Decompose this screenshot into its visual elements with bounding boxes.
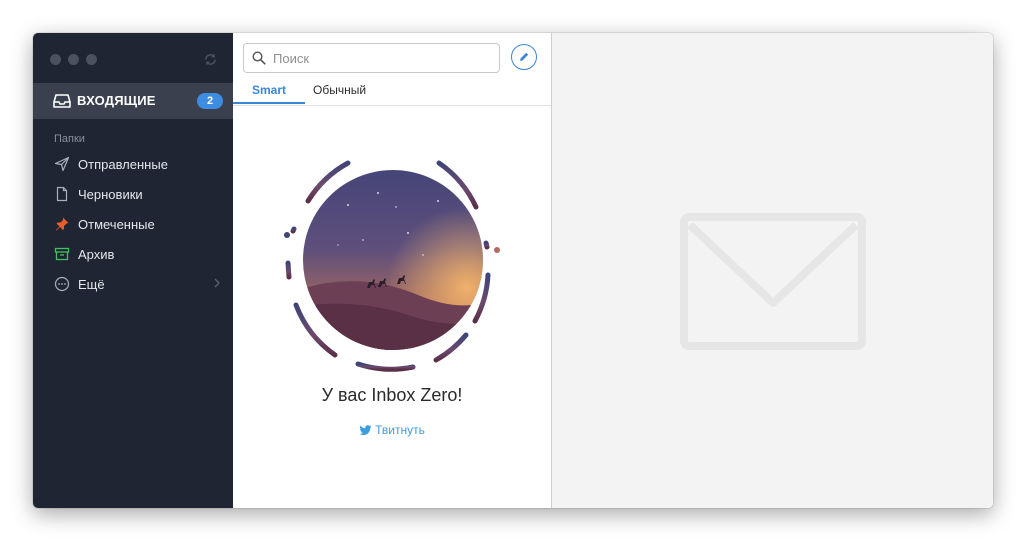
tweet-link[interactable]: Твитнуть (233, 423, 551, 437)
search-icon (252, 51, 266, 65)
sidebar-item-inbox-label: ВХОДЯЩИЕ (77, 93, 156, 108)
sidebar-item-label: Архив (78, 247, 115, 262)
mail-app-window: ВХОДЯЩИЕ 2 Папки Отправленные Черновики … (33, 33, 993, 508)
sidebar-item-sent[interactable]: Отправленные (33, 149, 233, 179)
chevron-right-icon (214, 278, 220, 288)
sidebar-item-inbox[interactable]: ВХОДЯЩИЕ 2 (33, 83, 233, 119)
sidebar-item-flagged[interactable]: Отмеченные (33, 209, 233, 239)
envelope-placeholder-icon (680, 213, 866, 350)
sidebar-item-more[interactable]: Ещё (33, 269, 233, 299)
search-placeholder: Поиск (273, 51, 310, 66)
message-preview-pane (552, 33, 993, 508)
tab-smart[interactable]: Smart (252, 83, 286, 97)
twitter-bird-icon (359, 425, 372, 436)
sidebar-item-label: Черновики (78, 187, 143, 202)
tweet-label: Твитнуть (375, 423, 425, 437)
archive-icon (54, 247, 70, 261)
document-icon (56, 186, 68, 202)
compose-button[interactable] (511, 44, 537, 70)
sidebar-item-label: Ещё (78, 277, 105, 292)
tab-normal[interactable]: Обычный (313, 83, 366, 97)
sidebar: ВХОДЯЩИЕ 2 Папки Отправленные Черновики … (33, 33, 233, 508)
sidebar-item-label: Отправленные (78, 157, 168, 172)
minimize-window-button[interactable] (68, 54, 79, 65)
sidebar-item-label: Отмеченные (78, 217, 155, 232)
inbox-zero-title: У вас Inbox Zero! (321, 385, 463, 405)
view-tabs: Smart Обычный (233, 79, 551, 106)
active-tab-indicator (233, 102, 305, 104)
paper-plane-icon (54, 156, 70, 172)
sidebar-item-archive[interactable]: Архив (33, 239, 233, 269)
inbox-zero-illustration (284, 151, 500, 372)
zoom-window-button[interactable] (86, 54, 97, 65)
unread-count-badge: 2 (197, 93, 223, 109)
inbox-tray-icon (53, 94, 71, 108)
window-controls (50, 54, 97, 65)
more-icon (54, 276, 70, 292)
pin-icon (56, 217, 69, 231)
folders-section-label: Папки (54, 133, 85, 145)
search-field[interactable]: Поиск (243, 43, 500, 73)
pencil-icon (520, 52, 529, 61)
close-window-button[interactable] (50, 54, 61, 65)
message-list-pane: Поиск Smart Обычный У вас Inbox Zero! Тв… (233, 33, 552, 508)
sync-icon[interactable] (203, 52, 218, 67)
sidebar-item-drafts[interactable]: Черновики (33, 179, 233, 209)
